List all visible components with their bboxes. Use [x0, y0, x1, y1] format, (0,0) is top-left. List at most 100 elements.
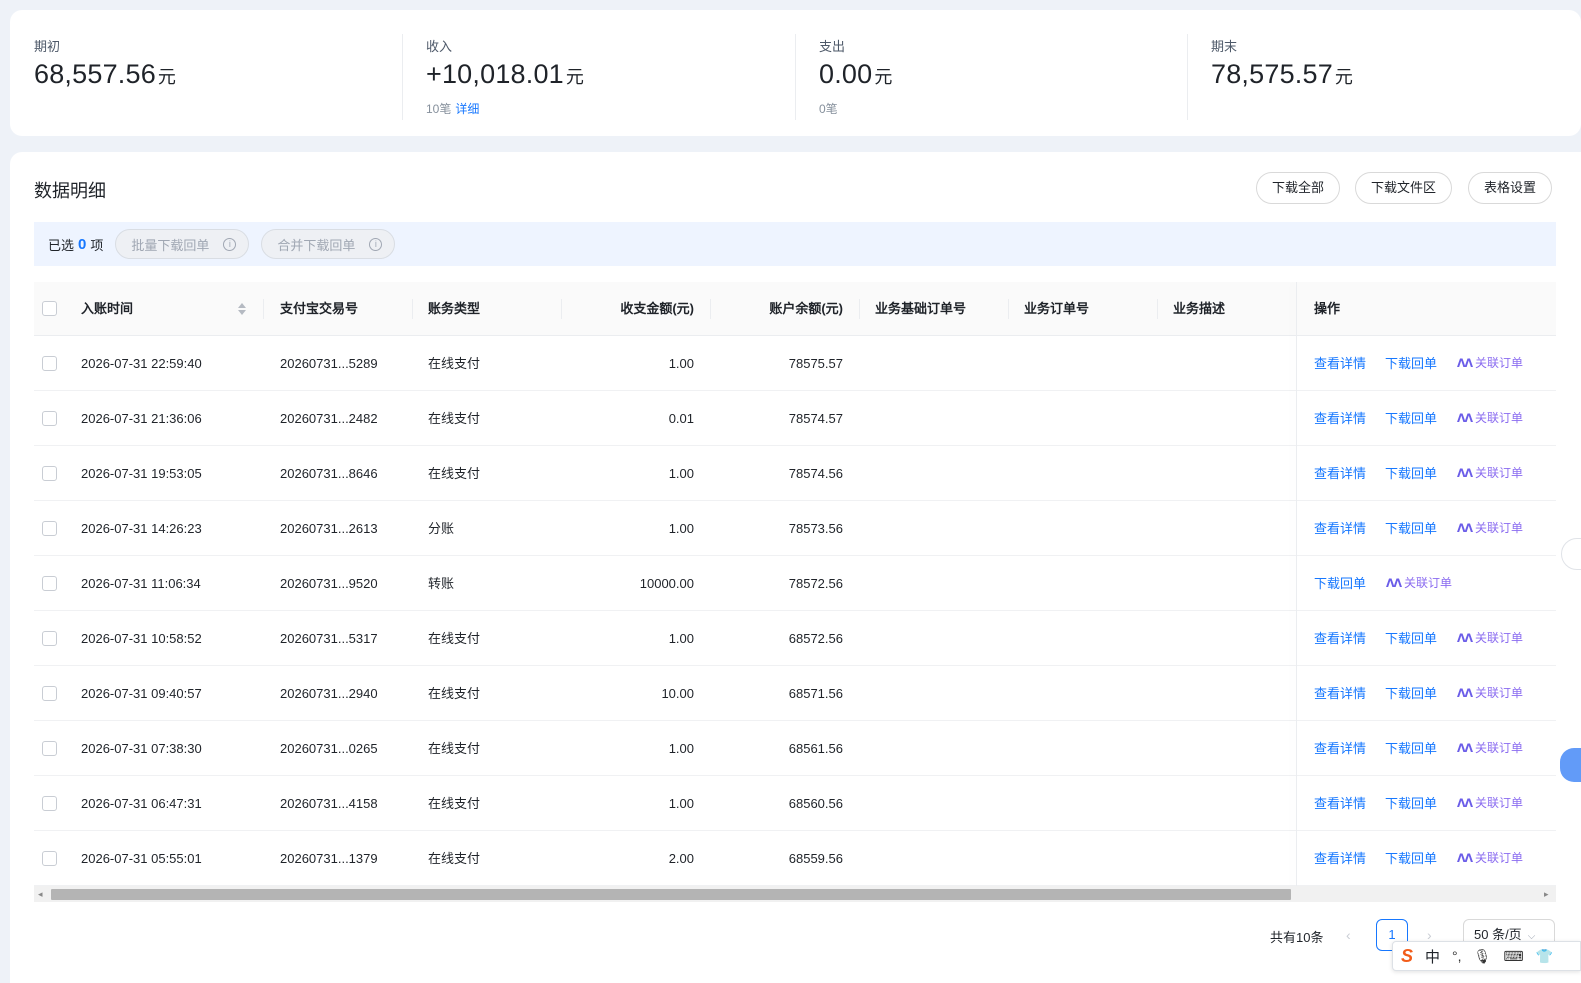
cell-balance: 78572.56	[788, 576, 843, 591]
cell-type: 在线支付	[428, 411, 481, 426]
scroll-right-icon[interactable]: ▸	[1544, 889, 1549, 900]
microphone-icon[interactable]: 🎙	[1474, 948, 1492, 965]
table-row: 2026-07-31 09:40:57 20260731...2940 在线支付 10…	[34, 666, 1556, 721]
download-all-button[interactable]: 下载全部	[1256, 172, 1341, 204]
cell-time: 2026-07-31 10:58:52	[81, 631, 202, 646]
closing-amount: 78,575.57	[1211, 59, 1333, 89]
column-type: 账务类型	[428, 301, 481, 316]
download-receipt-link[interactable]: 下载回单	[1385, 446, 1437, 501]
sort-icon[interactable]	[237, 301, 247, 317]
batch-download-button[interactable]: 批量下载回单 i	[115, 229, 250, 259]
ime-toolbar[interactable]: S 中 °, 🎙 ⌨ 👕	[1392, 941, 1581, 971]
link-order-link[interactable]: ᐱᐱ 关联订单	[1457, 721, 1523, 776]
view-detail-link[interactable]: 查看详情	[1314, 721, 1366, 776]
link-order-link[interactable]: ᐱᐱ 关联订单	[1457, 776, 1523, 831]
expense-amount: 0.00	[819, 59, 873, 89]
cell-trade-no: 20260731...1379	[280, 851, 378, 866]
assistant-float-icon[interactable]	[1560, 748, 1581, 782]
column-amount: 收支金额(元)	[620, 301, 694, 316]
row-checkbox[interactable]	[42, 356, 57, 371]
income-detail-link[interactable]: 详细	[455, 102, 479, 116]
cell-amount: 1.00	[668, 796, 694, 811]
view-detail-link[interactable]: 查看详情	[1314, 776, 1366, 831]
info-icon: i	[369, 237, 383, 251]
horizontal-scrollbar[interactable]: ◂ ▸	[34, 886, 1556, 902]
scrollbar-thumb[interactable]	[51, 889, 1291, 900]
table-row: 2026-07-31 21:36:06 20260731...2482 在线支付 0.…	[34, 391, 1556, 446]
cell-trade-no: 20260731...5317	[280, 631, 378, 646]
ai-icon: ᐱᐱ	[1457, 413, 1473, 425]
download-receipt-link[interactable]: 下载回单	[1385, 831, 1437, 886]
link-order-label: 关联订单	[1475, 686, 1524, 700]
download-receipt-link[interactable]: 下载回单	[1385, 666, 1437, 721]
selection-count: 0	[78, 235, 87, 253]
scroll-left-icon[interactable]: ◂	[38, 889, 43, 900]
income-count: 10笔	[426, 102, 452, 116]
ai-icon: ᐱᐱ	[1457, 688, 1473, 700]
download-receipt-link[interactable]: 下载回单	[1385, 776, 1437, 831]
column-time[interactable]: 入账时间	[81, 282, 133, 336]
link-order-link[interactable]: ᐱᐱ 关联订单	[1386, 556, 1452, 611]
ai-icon: ᐱᐱ	[1457, 633, 1473, 645]
row-checkbox[interactable]	[42, 851, 57, 866]
view-detail-link[interactable]: 查看详情	[1314, 611, 1366, 666]
link-order-link[interactable]: ᐱᐱ 关联订单	[1457, 446, 1523, 501]
view-detail-link[interactable]: 查看详情	[1314, 336, 1366, 391]
view-detail-link[interactable]: 查看详情	[1314, 391, 1366, 446]
download-receipt-link[interactable]: 下载回单	[1314, 556, 1366, 611]
row-checkbox[interactable]	[42, 631, 57, 646]
row-checkbox[interactable]	[42, 521, 57, 536]
cell-amount: 1.00	[668, 521, 694, 536]
row-checkbox[interactable]	[42, 686, 57, 701]
link-order-label: 关联订单	[1475, 411, 1524, 425]
link-order-link[interactable]: ᐱᐱ 关联订单	[1457, 336, 1523, 391]
download-receipt-link[interactable]: 下载回单	[1385, 391, 1437, 446]
row-checkbox[interactable]	[42, 796, 57, 811]
link-order-link[interactable]: ᐱᐱ 关联订单	[1457, 391, 1523, 446]
row-checkbox[interactable]	[42, 741, 57, 756]
ime-logo-icon[interactable]: S	[1401, 946, 1413, 967]
view-detail-link[interactable]: 查看详情	[1314, 831, 1366, 886]
cell-time: 2026-07-31 11:06:34	[81, 576, 201, 591]
stat-label: 支出	[819, 39, 846, 54]
cell-type: 分账	[428, 521, 455, 536]
merge-download-button[interactable]: 合并下载回单 i	[261, 229, 396, 259]
download-receipt-link[interactable]: 下载回单	[1385, 721, 1437, 776]
cell-amount: 0.01	[668, 411, 694, 426]
cell-balance: 68561.56	[788, 741, 843, 756]
cell-time: 2026-07-31 14:26:23	[81, 521, 202, 536]
keyboard-icon[interactable]: ⌨	[1503, 948, 1523, 965]
link-order-link[interactable]: ᐱᐱ 关联订单	[1457, 666, 1523, 721]
table-settings-button[interactable]: 表格设置	[1468, 172, 1553, 204]
prev-page-icon[interactable]: ‹	[1346, 927, 1351, 943]
link-order-link[interactable]: ᐱᐱ 关联订单	[1457, 831, 1523, 886]
expense-count: 0笔	[819, 102, 838, 116]
cell-trade-no: 20260731...0265	[280, 741, 378, 756]
ime-mode[interactable]: 中	[1425, 946, 1440, 967]
download-receipt-link[interactable]: 下载回单	[1385, 336, 1437, 391]
view-detail-link[interactable]: 查看详情	[1314, 666, 1366, 721]
link-order-link[interactable]: ᐱᐱ 关联订单	[1457, 501, 1523, 556]
select-all-checkbox[interactable]	[42, 301, 57, 316]
cell-amount: 10.00	[661, 686, 694, 701]
currency-unit: 元	[565, 67, 584, 87]
table-row: 2026-07-31 05:55:01 20260731...1379 在线支付 2.…	[34, 831, 1556, 886]
stat-label: 期末	[1211, 39, 1238, 54]
link-order-label: 关联订单	[1475, 521, 1524, 535]
row-checkbox[interactable]	[42, 466, 57, 481]
row-checkbox[interactable]	[42, 576, 57, 591]
row-checkbox[interactable]	[42, 411, 57, 426]
view-detail-link[interactable]: 查看详情	[1314, 501, 1366, 556]
table-row: 2026-07-31 11:06:34 20260731...9520 转账 1000…	[34, 556, 1556, 611]
download-area-button[interactable]: 下载文件区	[1355, 172, 1453, 204]
ai-icon: ᐱᐱ	[1457, 523, 1473, 535]
ime-punct-icon[interactable]: °,	[1452, 948, 1462, 964]
skin-icon[interactable]: 👕	[1536, 948, 1553, 965]
cell-type: 在线支付	[428, 796, 481, 811]
cell-type: 在线支付	[428, 631, 481, 646]
column-divider	[859, 299, 860, 319]
link-order-link[interactable]: ᐱᐱ 关联订单	[1457, 611, 1523, 666]
download-receipt-link[interactable]: 下载回单	[1385, 611, 1437, 666]
download-receipt-link[interactable]: 下载回单	[1385, 501, 1437, 556]
view-detail-link[interactable]: 查看详情	[1314, 446, 1366, 501]
